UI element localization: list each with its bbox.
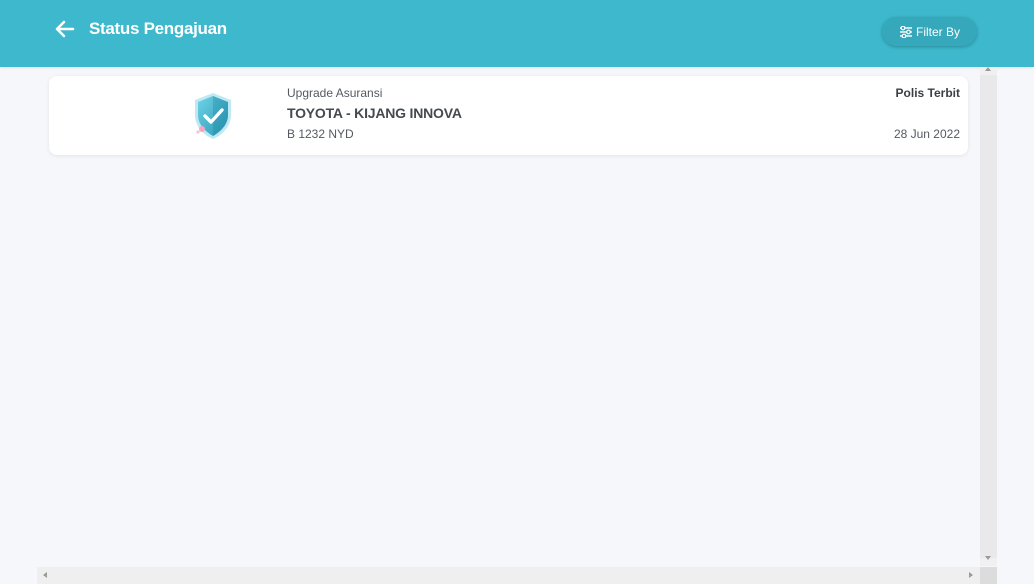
horizontal-scrollbar[interactable] [37, 567, 980, 584]
submission-card[interactable]: Upgrade Asuransi TOYOTA - KIJANG INNOVA … [49, 76, 968, 155]
vertical-scroll-thumb[interactable] [980, 75, 997, 558]
scrollbar-corner [980, 567, 997, 584]
arrow-left-icon [55, 20, 75, 38]
filter-label: Filter By [915, 24, 960, 39]
scroll-down-icon[interactable] [985, 556, 991, 560]
app-window: Status Pengajuan Filter By Upgrade Asura… [0, 0, 1034, 584]
vertical-scrollbar[interactable] [980, 67, 997, 566]
license-plate: B 1232 NYD [287, 127, 354, 141]
sliders-icon [899, 25, 912, 38]
back-button[interactable] [54, 18, 76, 40]
status-badge: Polis Terbit [895, 86, 960, 100]
scroll-left-icon[interactable] [43, 572, 47, 578]
filter-button[interactable]: Filter By [882, 17, 977, 46]
shield-check-icon [189, 91, 237, 141]
submission-date: 28 Jun 2022 [893, 127, 960, 141]
scroll-right-icon[interactable] [969, 572, 973, 578]
page-title: Status Pengajuan [89, 19, 227, 38]
top-app-bar: Status Pengajuan Filter By [0, 0, 1034, 67]
vehicle-name: TOYOTA - KIJANG INNOVA [287, 105, 462, 121]
scroll-up-icon[interactable] [985, 67, 991, 71]
submission-type: Upgrade Asuransi [287, 86, 383, 100]
